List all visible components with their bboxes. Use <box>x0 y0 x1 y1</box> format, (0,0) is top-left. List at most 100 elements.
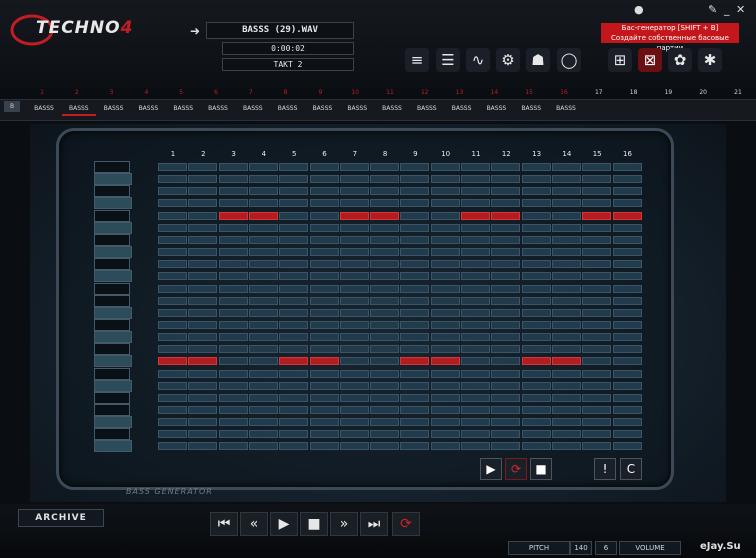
loop-icon[interactable]: ⟳ <box>392 512 420 536</box>
sequencer-cell[interactable] <box>612 345 642 354</box>
sequencer-cell[interactable] <box>551 333 581 342</box>
sequencer-cell[interactable] <box>158 320 187 329</box>
sequencer-cell[interactable] <box>158 418 187 427</box>
sequencer-cell[interactable] <box>582 235 612 244</box>
sequencer-cell[interactable] <box>430 418 460 427</box>
sequencer-cell[interactable] <box>430 248 460 257</box>
sequencer-cell[interactable] <box>248 272 278 281</box>
sequencer-cell[interactable] <box>279 406 309 414</box>
sequencer-cell[interactable] <box>279 248 309 257</box>
sequencer-cell[interactable] <box>461 284 490 293</box>
sequencer-cell[interactable] <box>430 260 460 269</box>
sequencer-cell[interactable] <box>400 260 430 269</box>
sequencer-cell[interactable] <box>188 175 218 184</box>
sequencer-cell[interactable] <box>551 357 581 366</box>
sequencer-cell[interactable] <box>248 211 278 220</box>
sequencer-cell[interactable] <box>248 333 278 342</box>
sequencer-cell[interactable] <box>158 345 187 354</box>
sequencer-cell[interactable] <box>612 163 642 171</box>
sequencer-cell[interactable] <box>582 187 612 196</box>
pattern-slot[interactable]: BASSS <box>97 104 131 114</box>
sequencer-cell[interactable] <box>430 430 460 439</box>
piano-key[interactable] <box>94 161 130 173</box>
sequencer-cell[interactable] <box>248 308 278 317</box>
list-icon[interactable]: ≡ <box>405 48 429 72</box>
sequencer-cell[interactable] <box>158 296 187 305</box>
sequencer-cell[interactable] <box>158 333 187 342</box>
sequencer-cell[interactable] <box>461 260 490 269</box>
sequencer-cell[interactable] <box>612 260 642 269</box>
sequencer-cell[interactable] <box>279 296 309 305</box>
sequencer-cell[interactable] <box>248 442 278 451</box>
sequencer-cell[interactable] <box>339 175 369 184</box>
sequencer-cell[interactable] <box>582 248 612 257</box>
sequencer-cell[interactable] <box>551 296 581 305</box>
record-circle-icon[interactable]: ◯ <box>557 48 581 72</box>
sequencer-cell[interactable] <box>430 369 460 378</box>
sequencer-cell[interactable] <box>551 381 581 390</box>
sequencer-cell[interactable] <box>461 320 490 329</box>
sequencer-cell[interactable] <box>339 406 369 414</box>
sequencer-cell[interactable] <box>582 369 612 378</box>
sequencer-cell[interactable] <box>461 199 490 208</box>
sequencer-cell[interactable] <box>521 308 551 317</box>
pattern-slot[interactable]: BASSS <box>236 104 270 114</box>
sequencer-cell[interactable] <box>400 175 430 184</box>
sequencer-cell[interactable] <box>582 393 612 402</box>
sequencer-cell[interactable] <box>218 381 248 390</box>
sequencer-cell[interactable] <box>612 296 642 305</box>
sequencer-cell[interactable] <box>491 308 521 317</box>
sequencer-cell[interactable] <box>218 272 248 281</box>
stop-pattern-button[interactable]: ■ <box>530 458 552 480</box>
sequencer-cell[interactable] <box>248 406 278 414</box>
sequencer-cell[interactable] <box>158 248 187 257</box>
sequencer-cell[interactable] <box>370 284 400 293</box>
sequencer-cell[interactable] <box>612 272 642 281</box>
sequencer-cell[interactable] <box>430 235 460 244</box>
sequencer-cell[interactable] <box>612 369 642 378</box>
close-button[interactable]: ✕ <box>736 3 750 17</box>
sequencer-cell[interactable] <box>339 320 369 329</box>
sequencer-cell[interactable] <box>582 296 612 305</box>
loop-pattern-button[interactable]: ⟳ <box>505 458 527 480</box>
pattern-slot[interactable]: BASSS <box>305 104 339 114</box>
pattern-slot[interactable]: BASSS <box>375 104 409 114</box>
piano-key[interactable] <box>94 331 132 344</box>
sequencer-cell[interactable] <box>582 284 612 293</box>
sequencer-cell[interactable] <box>491 296 521 305</box>
sequencer-cell[interactable] <box>430 284 460 293</box>
sequencer-cell[interactable] <box>248 235 278 244</box>
sequencer-cell[interactable] <box>339 430 369 439</box>
sequencer-cell[interactable] <box>370 442 400 451</box>
pattern-row-button[interactable]: B <box>4 101 20 112</box>
sequencer-cell[interactable] <box>188 333 218 342</box>
sequencer-cell[interactable] <box>612 333 642 342</box>
sequencer-cell[interactable] <box>279 393 309 402</box>
sequencer-cell[interactable] <box>400 199 430 208</box>
sequencer-cell[interactable] <box>430 199 460 208</box>
sequencer-cell[interactable] <box>188 357 218 366</box>
sequencer-cell[interactable] <box>339 393 369 402</box>
sequencer-cell[interactable] <box>218 260 248 269</box>
sequencer-cell[interactable] <box>339 272 369 281</box>
sequencer-cell[interactable] <box>582 211 612 220</box>
sequencer-cell[interactable] <box>370 187 400 196</box>
sequencer-cell[interactable] <box>339 199 369 208</box>
sequencer-cell[interactable] <box>491 418 521 427</box>
piano-key[interactable] <box>94 209 130 222</box>
sequencer-cell[interactable] <box>582 442 612 451</box>
sequencer-cell[interactable] <box>309 260 339 269</box>
sequencer-cell[interactable] <box>551 418 581 427</box>
sequencer-cell[interactable] <box>582 223 612 232</box>
sequencer-cell[interactable] <box>551 430 581 439</box>
sequencer-cell[interactable] <box>339 235 369 244</box>
sequencer-cell[interactable] <box>279 199 309 208</box>
piano-key[interactable] <box>94 221 132 234</box>
sequencer-cell[interactable] <box>521 442 551 451</box>
pattern-slot[interactable]: BASSS <box>410 104 444 114</box>
play-pattern-button[interactable]: ▶ <box>480 458 502 480</box>
archive-button[interactable]: ARCHIVE <box>18 509 104 527</box>
sequencer-cell[interactable] <box>400 211 430 220</box>
sequencer-cell[interactable] <box>339 357 369 366</box>
sequencer-cell[interactable] <box>491 442 521 451</box>
